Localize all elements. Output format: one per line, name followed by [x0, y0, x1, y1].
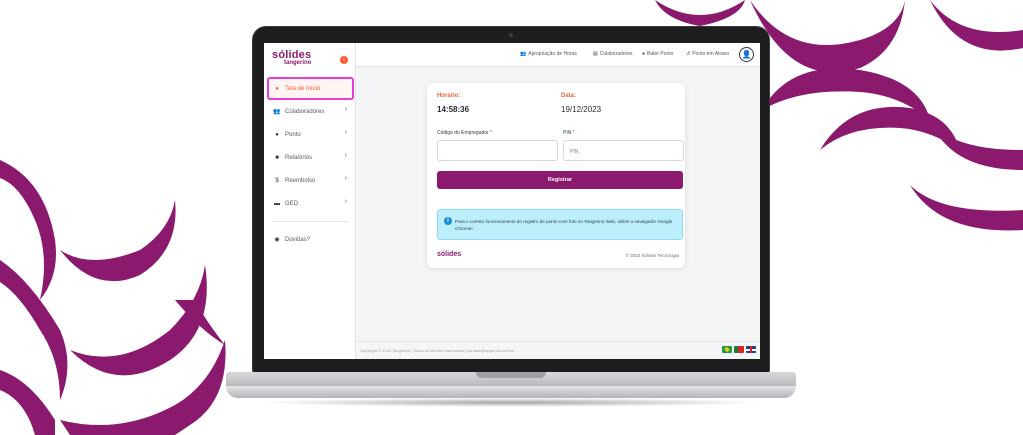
register-button[interactable]: Registrar [437, 171, 683, 189]
flag-brazil-icon[interactable] [722, 346, 732, 353]
sidebar-divider [272, 221, 348, 222]
history-icon: ↺ [686, 51, 691, 57]
alert-text: Para o correto funcionamento do registro… [455, 219, 673, 231]
users-icon: 👥 [273, 109, 281, 115]
topbar-link-bater-ponto[interactable]: ● Bater Ponto [642, 51, 673, 57]
clock-icon: ● [642, 51, 646, 57]
employer-code-label: Código do Empregador * [437, 130, 492, 136]
flag-portugal-icon[interactable] [734, 346, 744, 353]
folder-icon: ▬ [274, 200, 280, 207]
marketing-image: sólides tangerino ‹ ● Tela de Início 👥 C… [0, 0, 1023, 435]
user-avatar[interactable]: 👤 [739, 47, 754, 62]
home-icon: ● [275, 85, 279, 92]
pin-input[interactable]: PIN [563, 140, 684, 161]
logo-sub-text: tangerino [284, 60, 312, 66]
info-icon: i [444, 217, 452, 225]
laptop-lid: sólides tangerino ‹ ● Tela de Início 👥 C… [252, 26, 770, 374]
topbar-link-colaboradores[interactable]: ▤ Colaboradores [593, 51, 633, 57]
date-value: 19/12/2023 [561, 105, 602, 114]
time-label: Horário: [437, 93, 461, 99]
date-label: Data: [561, 93, 577, 99]
sidebar-item-label: Dúvidas? [285, 236, 311, 243]
people-icon: 👥 [520, 51, 527, 57]
laptop-base [226, 372, 796, 407]
sidebar-item-label: Reembolso [285, 177, 316, 184]
sidebar-item-reembolso[interactable]: $ Reembolso › [264, 169, 356, 192]
document-icon: ■ [275, 154, 279, 161]
laptop-screen: sólides tangerino ‹ ● Tela de Início 👥 C… [264, 43, 760, 359]
sidebar-item-relatorios[interactable]: ■ Relatórios › [264, 146, 356, 169]
language-selector [722, 346, 756, 353]
top-bar: 👥 Apropriação de Horas ▤ Colaboradores ● Ba… [356, 43, 760, 67]
card-footer-logo: sólides [437, 251, 462, 258]
pin-label-text: PIN [563, 130, 572, 136]
money-icon: $ [275, 177, 279, 184]
chevron-left-icon[interactable]: ‹ [340, 56, 348, 64]
list-icon: ▤ [593, 51, 598, 57]
time-value: 14:58:36 [437, 105, 470, 114]
laptop-lip [226, 386, 796, 398]
sidebar-item-label: Relatórios [285, 154, 313, 161]
sidebar-item-colaboradores[interactable]: 👥 Colaboradores › [264, 100, 356, 123]
chevron-right-icon: › [344, 106, 347, 113]
required-mark: * [572, 130, 575, 136]
sidebar-item-tela-de-inicio[interactable]: ● Tela de Início [267, 77, 354, 100]
topbar-link-label: Ponto em Atraso [692, 51, 730, 57]
brand-logo[interactable]: sólides tangerino [272, 49, 311, 66]
help-icon: ◉ [274, 237, 280, 243]
employer-code-input[interactable] [437, 140, 558, 161]
topbar-link-apropriacao-de-horas[interactable]: 👥 Apropriação de Horas [520, 51, 577, 57]
chevron-right-icon: › [344, 129, 347, 136]
sidebar-item-label: GED [285, 200, 299, 207]
chevron-right-icon: › [344, 198, 347, 205]
topbar-link-label: Colaboradores [599, 51, 633, 57]
sidebar-item-duvidas[interactable]: ◉ Dúvidas? [264, 228, 356, 251]
laptop-shadow [256, 398, 766, 407]
topbar-link-label: Bater Ponto [647, 51, 674, 57]
sidebar-item-ponto[interactable]: ● Ponto › [264, 123, 356, 146]
sidebar-nav: ● Tela de Início 👥 Colaboradores › ● Pon… [264, 77, 356, 251]
footer-copyright: Copyright © 2023 Tangerino | Todos os di… [360, 348, 515, 353]
topbar-link-ponto-em-atraso[interactable]: ↺ Ponto em Atraso [686, 51, 729, 57]
sidebar-item-label: Colaboradores [285, 108, 325, 115]
browser-alert: i Para o correto funcionamento do regist… [437, 209, 683, 240]
pin-label: PIN * [563, 130, 575, 136]
sidebar-item-ged[interactable]: ▬ GED › [264, 192, 356, 215]
employer-code-label-text: Código do Empregador [437, 130, 489, 136]
clock-icon: ● [275, 131, 279, 138]
sidebar: sólides tangerino ‹ ● Tela de Início 👥 C… [264, 43, 356, 359]
card-footer-copyright: © 2023 Sólides Tecnologia [625, 253, 679, 258]
user-icon: 👤 [741, 50, 752, 59]
time-clock-card: Horário: 14:58:36 Data: 19/12/2023 Códig… [427, 83, 685, 268]
sidebar-item-label: Tela de Início [285, 85, 321, 92]
flag-uk-icon[interactable] [746, 346, 756, 353]
topbar-link-label: Apropriação de Horas [528, 51, 577, 57]
required-mark: * [490, 130, 493, 136]
chevron-right-icon: › [344, 175, 347, 182]
sidebar-item-label: Ponto [285, 131, 301, 138]
camera-icon [509, 33, 513, 37]
laptop-notch [476, 372, 546, 378]
page-footer: Copyright © 2023 Tangerino | Todos os di… [356, 341, 760, 359]
chevron-right-icon: › [344, 152, 347, 159]
